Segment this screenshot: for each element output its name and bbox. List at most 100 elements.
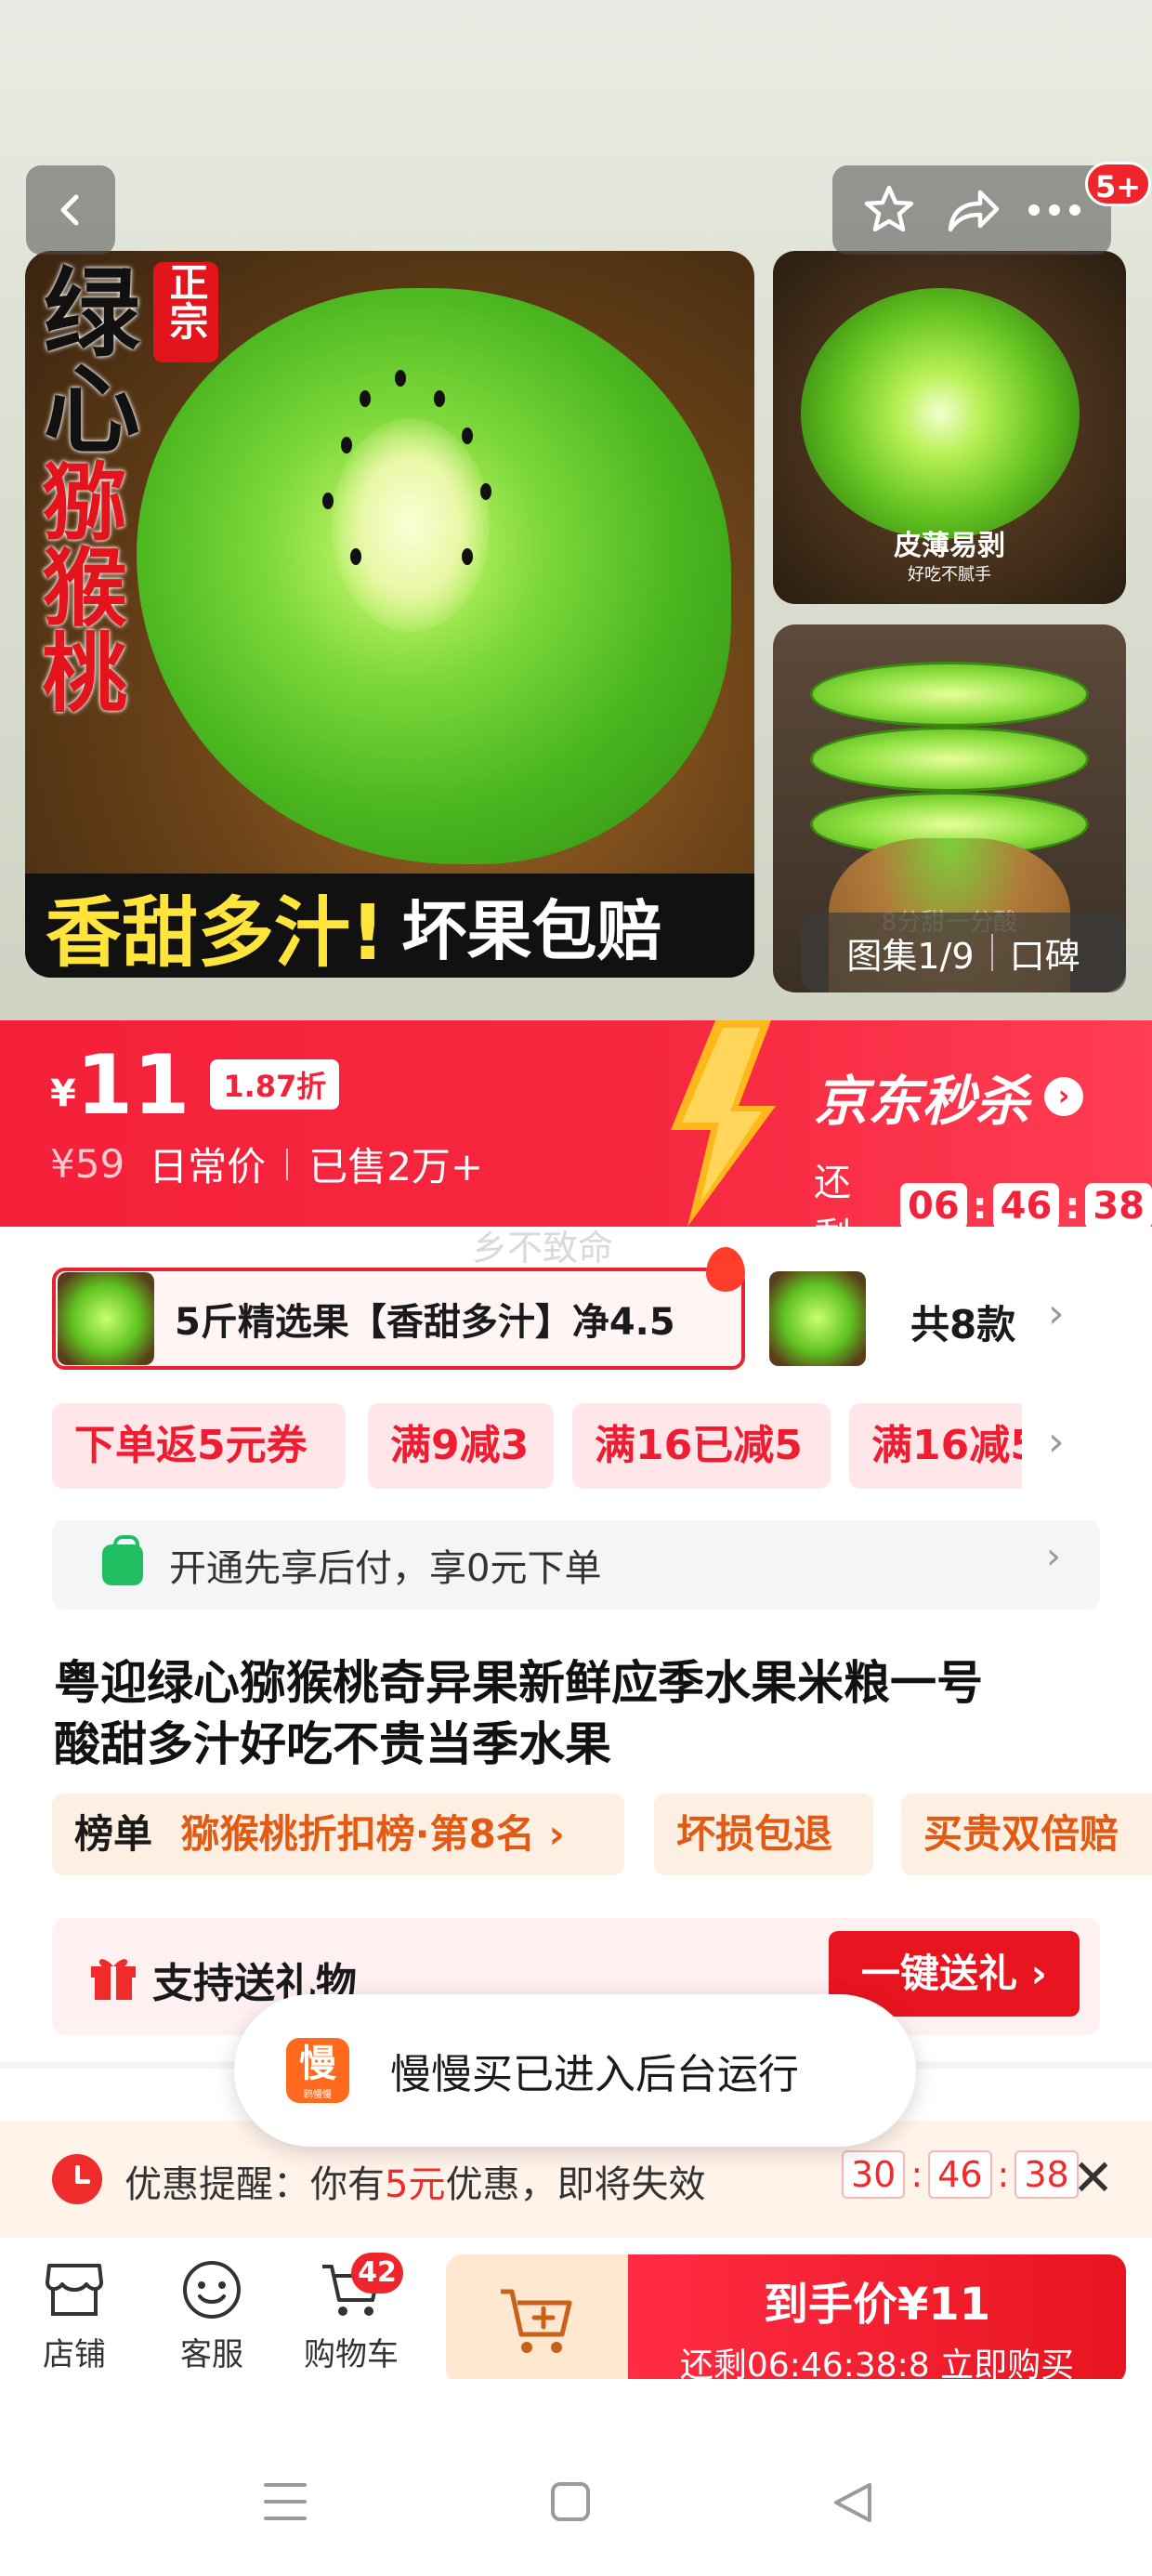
customer-service-button[interactable]: 客服: [156, 2256, 268, 2374]
share-icon: [948, 190, 1000, 232]
app-icon: 慢 鸥慢慢: [286, 2038, 349, 2103]
reminder-prefix: 优惠提醒：你有: [124, 2163, 385, 2206]
kiwi-seed: [462, 548, 473, 565]
reminder-text: 优惠提醒：你有5元优惠，即将失效: [124, 2154, 705, 2208]
add-cart-icon: [501, 2289, 572, 2353]
star-icon: [864, 185, 913, 232]
cart-label: 购物车: [304, 2336, 399, 2373]
original-price: ¥59: [50, 1141, 125, 1187]
flash-sale-title: 京东秒杀: [814, 1070, 1030, 1133]
gallery-counter-text: 图集1/9: [846, 935, 975, 977]
service-tag[interactable]: 坏损包退: [654, 1794, 873, 1875]
seal-text: 正宗: [164, 262, 209, 340]
home-icon[interactable]: [550, 2481, 591, 2522]
colon: :: [997, 2154, 1010, 2195]
reminder-hours: 30: [842, 2150, 906, 2199]
variant-option[interactable]: [769, 1271, 866, 1366]
countdown-hours: 06: [899, 1183, 967, 1227]
reviews-tab[interactable]: 口碑: [1010, 927, 1080, 979]
image-title: 绿心 猕猴桃: [26, 262, 163, 736]
price-currency: ¥: [50, 1072, 76, 1115]
flash-sale-price-bar: ¥ 11 1.87折 ¥59 日常价 已售2万+ 京东秒杀 › 还剩 06 : …: [0, 1020, 1152, 1227]
ranking-label: 榜单: [74, 1811, 153, 1857]
back-nav-icon[interactable]: [832, 2481, 873, 2524]
kiwi-seed: [350, 548, 361, 565]
authentic-seal: 正宗: [153, 262, 218, 362]
image-title-red: 猕猴桃: [27, 457, 128, 714]
side-image-caption: 皮薄易剥: [894, 530, 1005, 562]
kiwi-seed: [462, 427, 473, 444]
kiwi-seed: [360, 390, 371, 407]
countdown-seconds: 38: [1085, 1183, 1152, 1227]
clock-icon: [52, 2154, 102, 2204]
price-value: 11: [75, 1037, 190, 1133]
kiwi-slice: [810, 662, 1089, 727]
final-price: 到手价¥11: [763, 2279, 991, 2331]
colon: :: [1065, 1185, 1080, 1227]
flash-sale-block[interactable]: 京东秒杀 › 还剩 06 : 46 : 38: [814, 1058, 1152, 1227]
pay-later-row[interactable]: 开通先享后付，享0元下单 ›: [52, 1520, 1100, 1610]
app-icon-caption: 鸥慢慢: [304, 2090, 332, 2100]
product-title: 粤迎绿心猕猴桃奇异果新鲜应季水果米粮一号 酸甜多汁好吃不贵当季水果: [54, 1652, 1104, 1775]
image-title-green: 绿心: [26, 262, 141, 455]
chevron-right-icon: ›: [1044, 1077, 1084, 1116]
system-navigation-bar: [0, 2379, 1152, 2576]
reminder-seconds: 38: [1015, 2150, 1079, 2199]
toast-notification: 慢 鸥慢慢 慢慢买已进入后台运行: [234, 1994, 916, 2147]
add-to-cart-button[interactable]: [446, 2254, 628, 2385]
side-image-subcaption: 好吃不腻手: [908, 565, 991, 585]
banner-guarantee: 坏果包赔: [401, 892, 662, 969]
countdown-label: 还剩: [814, 1162, 851, 1227]
more-icon: [1028, 204, 1081, 216]
lightning-icon: [671, 1020, 776, 1227]
store-button[interactable]: 店铺: [19, 2256, 130, 2374]
close-icon[interactable]: ✕: [1072, 2149, 1114, 2207]
pay-later-text: 开通先享后付，享0元下单: [169, 1547, 602, 1590]
divider: [990, 934, 993, 971]
customer-service-label: 客服: [180, 2336, 243, 2373]
coupon-chip[interactable]: 满16已减5: [572, 1403, 831, 1489]
store-icon: [46, 2264, 103, 2316]
reminder-suffix: 优惠，即将失效: [445, 2163, 706, 2206]
chevron-right-icon[interactable]: ›: [1048, 1290, 1065, 1337]
coupon-chip[interactable]: 满9减3: [368, 1403, 554, 1489]
gallery-counter[interactable]: 图集1/9 口碑: [801, 913, 1126, 992]
ranking-tag[interactable]: 榜单 猕猴桃折扣榜·第8名 ›: [52, 1794, 624, 1875]
product-title-line1: 粤迎绿心猕猴桃奇异果新鲜应季水果米粮一号: [54, 1656, 983, 1710]
coupon-chip[interactable]: 满16减5: [849, 1403, 1022, 1489]
discount-badge: 1.87折: [210, 1059, 340, 1110]
chevron-right-icon[interactable]: ›: [1048, 1418, 1065, 1465]
flash-sale-countdown: 还剩 06 : 46 : 38: [814, 1152, 1152, 1227]
menu-icon[interactable]: [264, 2481, 307, 2522]
app-icon-char: 慢: [299, 2043, 336, 2085]
buy-now-button[interactable]: 到手价¥11 还剩06:46:38:8 立即购买: [628, 2254, 1126, 2385]
service-tag[interactable]: 买贵双倍赔: [901, 1794, 1152, 1875]
share-button[interactable]: [935, 173, 1009, 247]
back-button[interactable]: [26, 165, 115, 255]
variant-label: 5斤精选果【香甜多汁】净4.5: [175, 1301, 675, 1344]
price-block: ¥ 11 1.87折 ¥59 日常价 已售2万+: [50, 1041, 483, 1192]
main-product-image[interactable]: 绿心 猕猴桃 正宗 香甜多汁! 坏果包赔: [25, 251, 754, 978]
variant-thumbnail: [58, 1272, 154, 1365]
sold-count: 已售2万+: [308, 1144, 484, 1189]
kiwi-seed: [395, 370, 406, 387]
more-button[interactable]: [1017, 173, 1092, 247]
image-banner: 香甜多汁! 坏果包赔: [25, 874, 754, 978]
divider: [286, 1148, 289, 1180]
variant-selected[interactable]: 5斤精选果【香甜多汁】净4.5: [52, 1268, 745, 1370]
kiwi-seed: [322, 493, 334, 509]
countdown-minutes: 46: [992, 1183, 1060, 1227]
kiwi-seed: [341, 437, 352, 453]
message-badge: 5+: [1085, 162, 1152, 206]
gift-icon: [91, 1959, 136, 2000]
reminder-countdown: 30 : 46 : 38: [842, 2150, 1079, 2199]
favorite-button[interactable]: [852, 173, 926, 247]
reminder-amount: 5元: [385, 2163, 446, 2206]
product-gallery[interactable]: 绿心 猕猴桃 正宗 香甜多汁! 坏果包赔 皮薄易剥 好吃不腻手 8分甜一分酸: [0, 0, 1152, 1020]
variant-count[interactable]: 共8款: [910, 1294, 1015, 1350]
kiwi-seed: [434, 390, 445, 407]
side-image-halved-kiwi[interactable]: 皮薄易剥 好吃不腻手: [773, 251, 1126, 604]
coupon-chip[interactable]: 下单返5元券: [52, 1403, 346, 1489]
halved-kiwi: [801, 288, 1080, 539]
original-price-label: 日常价: [149, 1144, 267, 1189]
